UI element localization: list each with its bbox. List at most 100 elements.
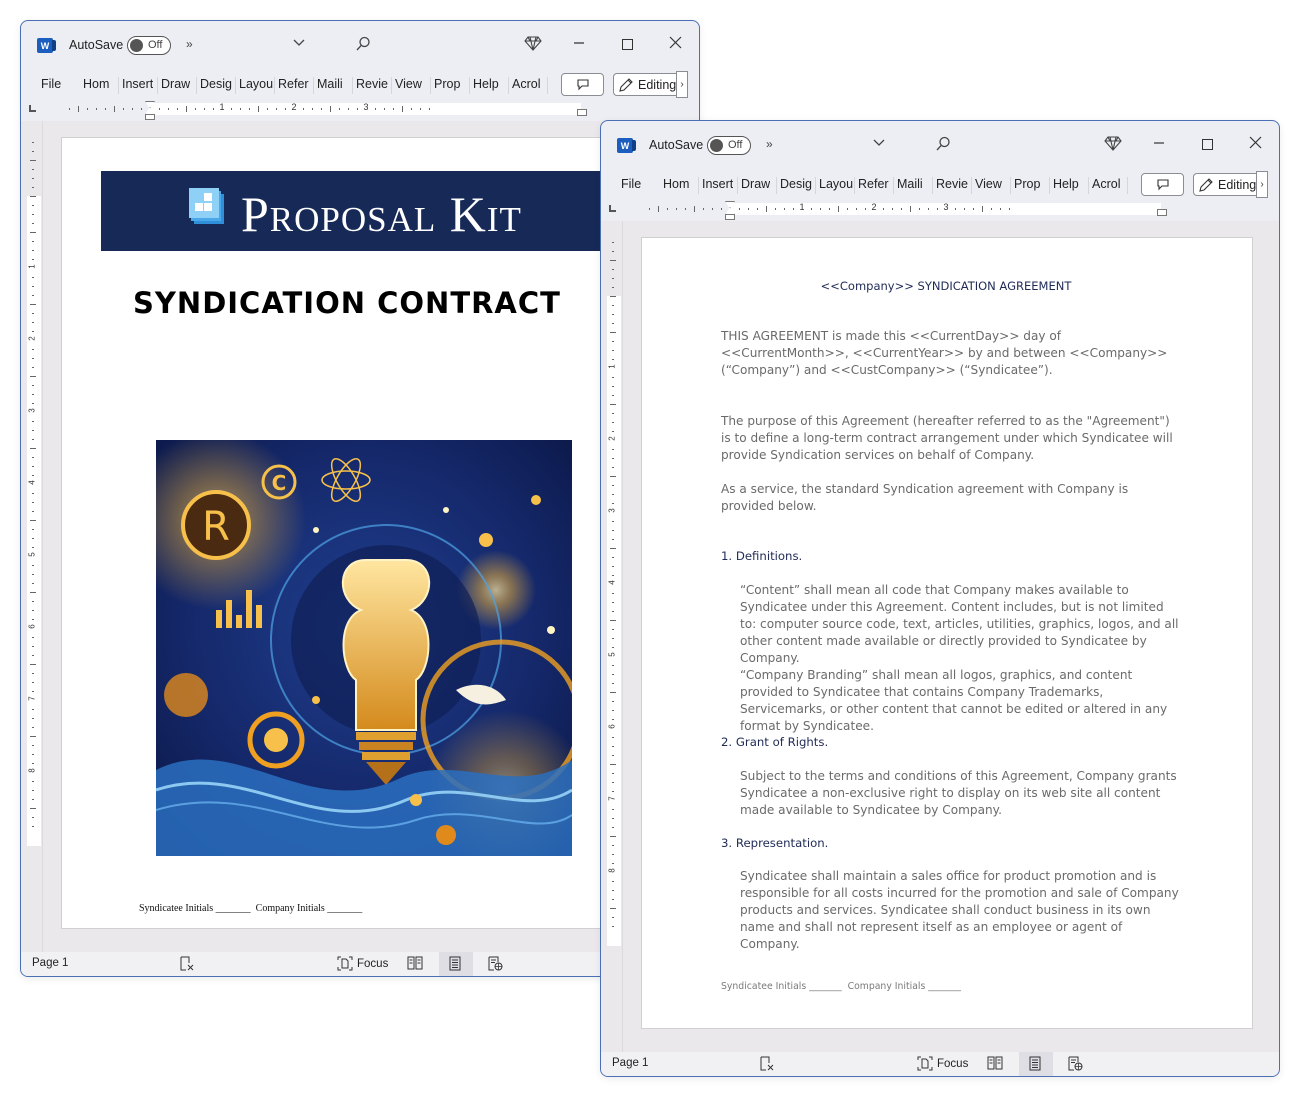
comments-button[interactable] xyxy=(561,73,604,96)
read-mode-button[interactable] xyxy=(407,956,423,973)
editing-mode-button[interactable]: Editing xyxy=(1193,173,1257,196)
ruler-tick xyxy=(32,250,34,251)
ribbon-tab-layout[interactable]: Layou xyxy=(239,77,273,91)
ruler-number: 3 xyxy=(607,508,617,513)
ribbon-tab-layout[interactable]: Layou xyxy=(819,177,853,191)
ribbon-tab-references[interactable]: Refer xyxy=(278,77,309,91)
ruler-tick xyxy=(321,108,322,110)
ruler-tick xyxy=(30,232,36,233)
page-number-status[interactable]: Page 1 xyxy=(32,957,68,969)
ribbon-tab-design[interactable]: Desig xyxy=(780,177,812,191)
customize-toolbar-dropdown[interactable] xyxy=(873,135,885,150)
left-indent-marker[interactable] xyxy=(725,214,735,220)
read-mode-button[interactable] xyxy=(987,1056,1003,1073)
ribbon-more-button[interactable]: › xyxy=(1256,171,1268,198)
ribbon-tab-properties[interactable]: Prop xyxy=(1014,177,1040,191)
ribbon-tab-file[interactable]: File xyxy=(41,77,61,91)
search-button[interactable] xyxy=(935,136,951,155)
ruler-tick xyxy=(612,629,614,630)
document-page[interactable]: Proposal Kit SYNDICATION CONTRACT R C Sy… xyxy=(61,137,673,929)
ruler-tick xyxy=(612,386,614,387)
ribbon-tab-review[interactable]: Revie xyxy=(936,177,968,191)
right-indent-marker[interactable] xyxy=(1157,209,1167,216)
autosave-toggle[interactable]: Off xyxy=(127,36,171,55)
ribbon-tab-acrobat[interactable]: Acrol xyxy=(512,77,540,91)
ribbon-tab-design[interactable]: Desig xyxy=(200,77,232,91)
tab-selector[interactable] xyxy=(29,105,36,112)
accessibility-button[interactable] xyxy=(759,1056,775,1074)
ruler-tick xyxy=(612,926,614,927)
ribbon-tab-insert[interactable]: Insert xyxy=(122,77,153,91)
editing-label: Editing xyxy=(1218,177,1257,192)
ribbon-tab-help[interactable]: Help xyxy=(473,77,499,91)
minimize-button[interactable] xyxy=(573,33,585,58)
maximize-button[interactable] xyxy=(1202,139,1213,150)
premium-button[interactable] xyxy=(524,35,542,54)
autosave-toggle[interactable]: Off xyxy=(707,136,751,155)
more-commands-button[interactable]: » xyxy=(766,137,773,151)
horizontal-ruler[interactable]: 1 2 3 xyxy=(21,99,699,121)
right-indent-marker[interactable] xyxy=(577,109,587,116)
ruler-tick xyxy=(883,208,884,210)
ruler-tick xyxy=(30,160,36,161)
editing-mode-button[interactable]: Editing xyxy=(613,73,677,96)
ribbon-tab-view[interactable]: View xyxy=(975,177,1002,191)
ribbon-tab-review[interactable]: Revie xyxy=(356,77,388,91)
tab-selector[interactable] xyxy=(609,205,616,212)
ribbon-tab-draw[interactable]: Draw xyxy=(161,77,190,91)
page-number-status[interactable]: Page 1 xyxy=(612,1057,648,1069)
horizontal-ruler[interactable]: 1 2 3 xyxy=(601,199,1279,221)
search-button[interactable] xyxy=(355,36,371,55)
ribbon-tab-insert[interactable]: Insert xyxy=(702,177,733,191)
print-layout-button[interactable] xyxy=(448,956,462,974)
document-page[interactable]: <<Company>> SYNDICATION AGREEMENT THIS A… xyxy=(641,237,1253,1029)
focus-mode-button[interactable]: Focus xyxy=(337,956,388,971)
vertical-ruler[interactable]: 1 2 3 4 5 6 7 8 xyxy=(27,121,41,954)
title-bar: W AutoSave Off » xyxy=(601,121,1279,171)
proposal-kit-wordmark: Proposal Kit xyxy=(241,186,522,242)
ribbon-tab-view[interactable]: View xyxy=(395,77,422,91)
ribbon-tab-home[interactable]: Hom xyxy=(83,77,109,91)
ribbon-tab-draw[interactable]: Draw xyxy=(741,177,770,191)
vruler-text-area xyxy=(27,196,41,846)
close-button[interactable] xyxy=(1249,133,1262,158)
ribbon-tab-mailings[interactable]: Maili xyxy=(317,77,343,91)
web-layout-button[interactable] xyxy=(487,956,503,974)
more-commands-button[interactable]: » xyxy=(186,37,193,51)
ruler-tick xyxy=(32,367,34,368)
maximize-button[interactable] xyxy=(622,39,633,50)
print-layout-button[interactable] xyxy=(1028,1056,1042,1074)
ribbon-tab-references[interactable]: Refer xyxy=(858,177,889,191)
vertical-ruler[interactable]: 1 2 3 4 5 6 7 8 xyxy=(607,221,621,1054)
ribbon-tab-help[interactable]: Help xyxy=(1053,177,1079,191)
minimize-button[interactable] xyxy=(1153,133,1165,158)
ruler-tick xyxy=(30,664,36,665)
ruler-number: 1 xyxy=(27,264,37,269)
ribbon-more-button[interactable]: › xyxy=(676,71,688,98)
web-layout-button[interactable] xyxy=(1067,1056,1083,1074)
ruler-tick xyxy=(612,566,614,567)
customize-toolbar-dropdown[interactable] xyxy=(293,35,305,50)
ruler-tick xyxy=(348,108,349,110)
ribbon-tab-home[interactable]: Hom xyxy=(663,177,689,191)
comments-button[interactable] xyxy=(1141,173,1184,196)
left-indent-marker[interactable] xyxy=(145,114,155,120)
ruler-tick xyxy=(612,449,614,450)
ribbon-tab-acrobat[interactable]: Acrol xyxy=(1092,177,1120,191)
ribbon-tab-mailings[interactable]: Maili xyxy=(897,177,923,191)
ruler-tick xyxy=(676,208,677,210)
ribbon-tab-properties[interactable]: Prop xyxy=(434,77,460,91)
premium-button[interactable] xyxy=(1104,135,1122,154)
ruler-number: 8 xyxy=(27,768,37,773)
ruler-tick xyxy=(612,557,614,558)
ruler-tick xyxy=(123,108,124,110)
accessibility-button[interactable] xyxy=(179,956,195,974)
focus-mode-button[interactable]: Focus xyxy=(917,1056,968,1071)
ruler-tick xyxy=(612,575,614,576)
close-button[interactable] xyxy=(669,33,682,58)
ruler-tick xyxy=(610,908,616,909)
page-layout-icon xyxy=(449,956,461,971)
ribbon-separator xyxy=(893,177,894,194)
ribbon-tab-file[interactable]: File xyxy=(621,177,641,191)
ruler-tick xyxy=(784,208,785,210)
